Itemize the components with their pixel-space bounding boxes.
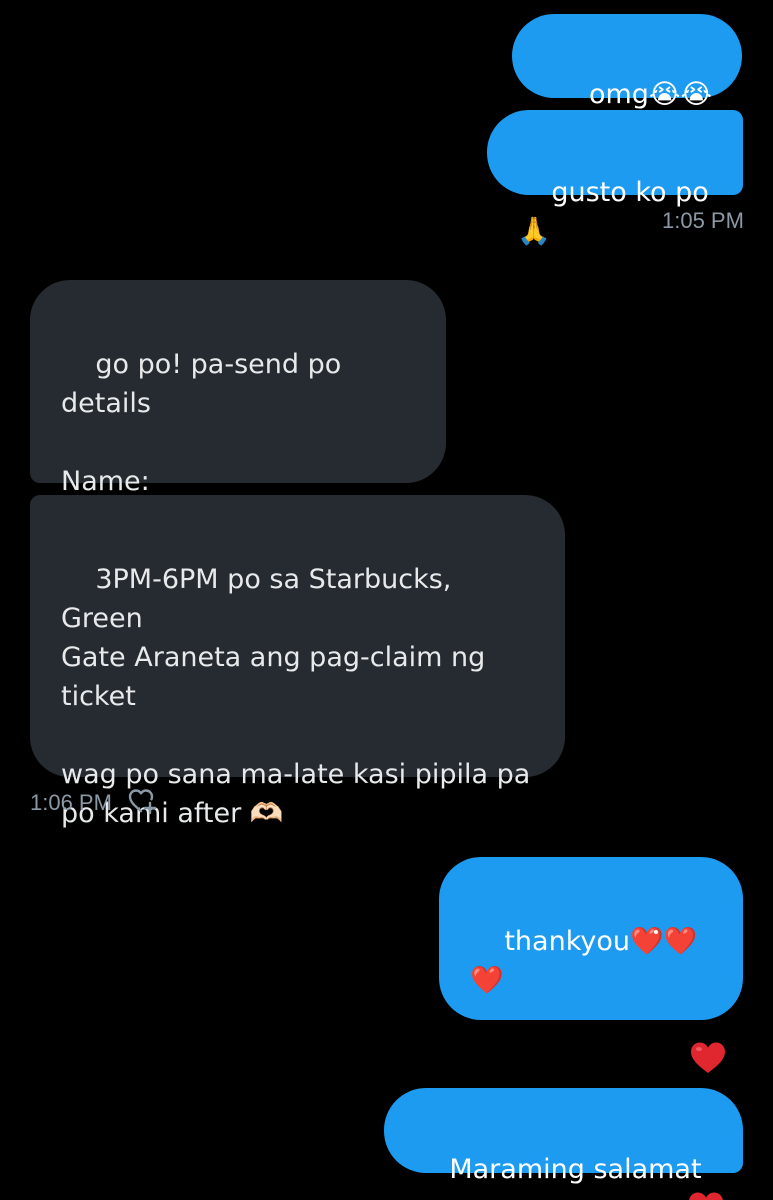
decorative-dot xyxy=(654,930,658,934)
message-text: Maraming salamat po xyxy=(415,1154,702,1200)
add-reaction-icon[interactable] xyxy=(127,786,159,816)
message-timestamp: 1:06 PM xyxy=(30,790,112,815)
heart-icon xyxy=(689,1192,723,1200)
sent-message-bubble[interactable]: thankyou❤️❤️❤️ xyxy=(439,857,743,1020)
message-timestamp: 1:05 PM xyxy=(662,208,744,233)
received-message-bubble[interactable]: 3PM-6PM po sa Starbucks, Green Gate Aran… xyxy=(30,495,565,829)
message-text: thankyou❤️❤️❤️ xyxy=(470,926,698,996)
sent-message-bubble[interactable]: gusto ko po 🙏 xyxy=(487,110,743,247)
sent-message-bubble[interactable]: omg😭😭😭 xyxy=(512,14,742,149)
received-message-bubble[interactable]: go po! pa-send po details Name: Contact# xyxy=(30,280,446,536)
heart-icon[interactable] xyxy=(689,1040,727,1076)
sent-message-bubble[interactable]: Maraming salamat po xyxy=(384,1088,743,1200)
